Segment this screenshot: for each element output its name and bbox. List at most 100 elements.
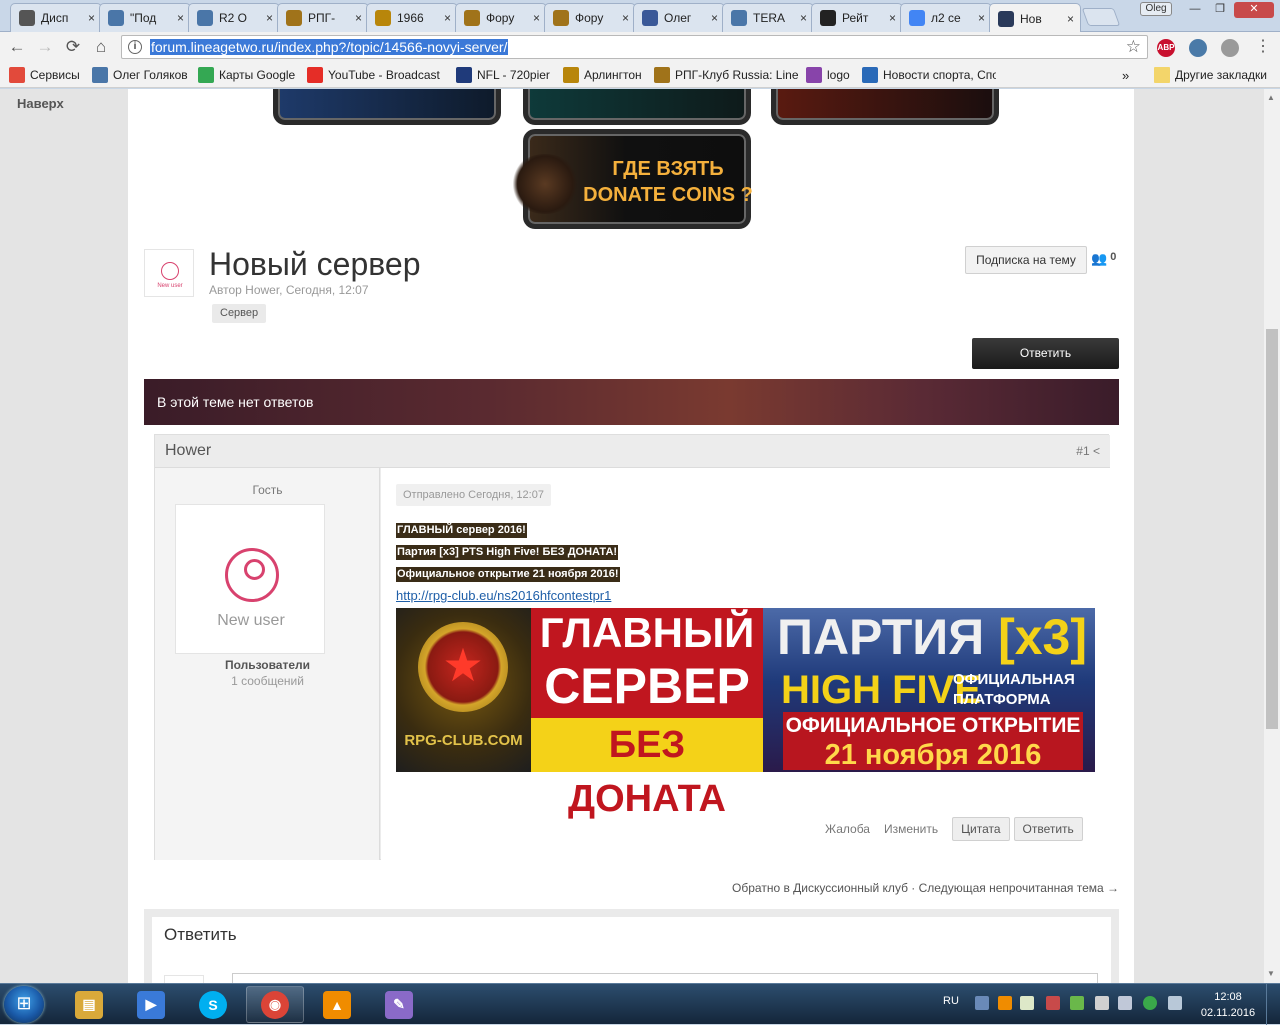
tray-torrent-icon[interactable] — [1143, 996, 1157, 1010]
tray-display-icon[interactable] — [1168, 996, 1182, 1010]
scroll-thumb[interactable] — [1266, 329, 1278, 729]
post-link[interactable]: http://rpg-club.eu/ns2016hfcontestpr1 — [396, 588, 611, 603]
back-to-top-link[interactable]: Наверх — [17, 96, 64, 111]
author-post-count: 1 сообщений — [231, 674, 304, 688]
tab-12[interactable]: Нов × — [989, 3, 1081, 33]
menu-button[interactable]: ⋮ — [1252, 37, 1274, 57]
tab-close-icon[interactable]: × — [266, 11, 273, 25]
scroll-up-arrow[interactable]: ▲ — [1267, 93, 1275, 102]
tab-6[interactable]: Фору × — [455, 3, 547, 32]
other-bookmarks-folder[interactable]: Другие закладки — [1154, 66, 1267, 84]
game-banner-1[interactable] — [273, 89, 501, 125]
tab-close-icon[interactable]: × — [88, 11, 95, 25]
new-tab-button[interactable] — [1081, 8, 1121, 26]
followers-count[interactable]: 👥 0 — [1091, 251, 1116, 267]
subscribe-button[interactable]: Подписка на тему — [965, 246, 1087, 274]
taskbar-app-4[interactable]: ◉ — [246, 986, 304, 1023]
tab-8[interactable]: Олег × — [633, 3, 725, 32]
tab-2[interactable]: "Под × — [99, 3, 191, 32]
bookmark-item[interactable]: Олег Голяков — [92, 66, 188, 84]
tab-close-icon[interactable]: × — [711, 11, 718, 25]
game-banner-3[interactable] — [771, 89, 999, 125]
tab-close-icon[interactable]: × — [622, 11, 629, 25]
tray-network-icon[interactable] — [975, 996, 989, 1010]
tab-9[interactable]: TERA × — [722, 3, 814, 32]
report-link[interactable]: Жалоба — [825, 822, 870, 836]
taskbar-app-3[interactable]: S — [184, 986, 242, 1023]
quote-button[interactable]: Цитата — [952, 817, 1010, 841]
bookmark-item[interactable]: РПГ-Клуб Russia: Line — [654, 66, 799, 84]
tab-4[interactable]: РПГ- × — [277, 3, 369, 32]
tray-flag-icon[interactable] — [1095, 996, 1109, 1010]
minimize-button[interactable]: — — [1183, 2, 1207, 18]
post-number[interactable]: #1 < — [1076, 444, 1100, 458]
bookmark-item[interactable]: Арлингтон — [563, 66, 642, 84]
reply-button[interactable]: Ответить — [972, 338, 1119, 369]
reply-editor[interactable] — [232, 973, 1098, 983]
gear-extension-icon[interactable] — [1221, 39, 1239, 57]
post-author-name[interactable]: Hower — [165, 442, 211, 460]
bookmark-item[interactable]: Сервисы — [9, 66, 80, 84]
tab-7[interactable]: Фору × — [544, 3, 636, 32]
topic-navigation-links[interactable]: Обратно в Дискуссионный клуб · Следующая… — [128, 881, 1119, 895]
abp-icon[interactable]: ABP — [1157, 39, 1175, 57]
bookmark-item[interactable]: logo — [806, 66, 850, 84]
language-indicator[interactable]: RU — [943, 995, 959, 1007]
tab-3[interactable]: R2 O × — [188, 3, 280, 32]
start-button[interactable]: ⊞ — [4, 986, 44, 1023]
share-icon[interactable]: < — [1093, 444, 1100, 458]
bookmark-star-icon[interactable]: ☆ — [1126, 37, 1141, 57]
tray-vlc-icon[interactable] — [998, 996, 1012, 1010]
system-clock[interactable]: 12:08 02.11.2016 — [1196, 989, 1260, 1021]
tab-title: Фору — [486, 11, 515, 25]
tab-close-icon[interactable]: × — [444, 11, 451, 25]
donate-coins-banner[interactable]: ГДЕ ВЗЯТЬ DONATE COINS ? — [510, 129, 753, 229]
taskbar-app-2[interactable]: ▶ — [122, 986, 180, 1023]
bookmark-item[interactable]: YouTube - Broadcast — [307, 66, 440, 84]
topic-author-avatar[interactable]: New user — [144, 249, 194, 297]
address-bar[interactable]: i forum.lineagetwo.ru/index.php?/topic/1… — [121, 35, 1148, 59]
tab-close-icon[interactable]: × — [177, 11, 184, 25]
bookmarks-overflow-button[interactable]: » — [1122, 66, 1129, 84]
post-line-2: Партия [x3] PTS High Five! БЕЗ ДОНАТА! — [396, 545, 619, 560]
promo-banner-image[interactable]: ★ RPG-CLUB.COM ГЛАВНЫЙ СЕРВЕР БЕЗ ДОНАТА… — [396, 608, 1095, 820]
tab-close-icon[interactable]: × — [533, 11, 540, 25]
tray-app-icon[interactable] — [1046, 996, 1060, 1010]
post-reply-button[interactable]: Ответить — [1013, 817, 1083, 841]
profile-button[interactable]: Oleg — [1140, 2, 1172, 16]
site-info-icon[interactable]: i — [128, 40, 142, 54]
bookmark-item[interactable]: Карты Google — [198, 66, 295, 84]
tab-5[interactable]: 1966 × — [366, 3, 458, 32]
tray-volume-icon[interactable] — [1118, 996, 1132, 1010]
tray-chat-icon[interactable] — [1020, 996, 1034, 1010]
tab-close-icon[interactable]: × — [978, 11, 985, 25]
maximize-button[interactable]: ❐ — [1208, 2, 1232, 18]
taskbar-app-6[interactable]: ✎ — [370, 986, 428, 1023]
tab-close-icon[interactable]: × — [800, 11, 807, 25]
reload-button[interactable]: ⟳ — [62, 37, 84, 57]
show-desktop-button[interactable] — [1266, 984, 1280, 1025]
page-scrollbar[interactable]: ▲ ▼ — [1264, 89, 1280, 983]
taskbar-app-5[interactable]: ▲ — [308, 986, 366, 1023]
tab-close-icon[interactable]: × — [355, 11, 362, 25]
topic-tag[interactable]: Сервер — [212, 304, 267, 323]
back-button[interactable]: ← — [6, 37, 28, 57]
url-text[interactable]: forum.lineagetwo.ru/index.php?/topic/145… — [150, 39, 509, 55]
taskbar-app-1[interactable]: ▤ — [60, 986, 118, 1023]
tab-10[interactable]: Рейт × — [811, 3, 903, 32]
tab-1[interactable]: Дисп × — [10, 3, 102, 32]
extension-icon[interactable] — [1189, 39, 1207, 57]
game-banner-2[interactable] — [523, 89, 751, 125]
tab-close-icon[interactable]: × — [889, 11, 896, 25]
forward-button[interactable]: → — [34, 37, 56, 57]
tray-battery-icon[interactable] — [1070, 996, 1084, 1010]
tab-11[interactable]: л2 се × — [900, 3, 992, 32]
home-button[interactable]: ⌂ — [90, 37, 112, 57]
author-avatar[interactable]: New user — [175, 504, 325, 654]
tab-close-icon[interactable]: × — [1067, 12, 1074, 26]
edit-link[interactable]: Изменить — [884, 822, 938, 836]
bookmark-item[interactable]: Новости спорта, Спо — [862, 66, 996, 84]
close-window-button[interactable]: ✕ — [1234, 2, 1274, 18]
bookmark-item[interactable]: NFL - 720pier — [456, 66, 550, 84]
scroll-down-arrow[interactable]: ▼ — [1267, 969, 1275, 978]
